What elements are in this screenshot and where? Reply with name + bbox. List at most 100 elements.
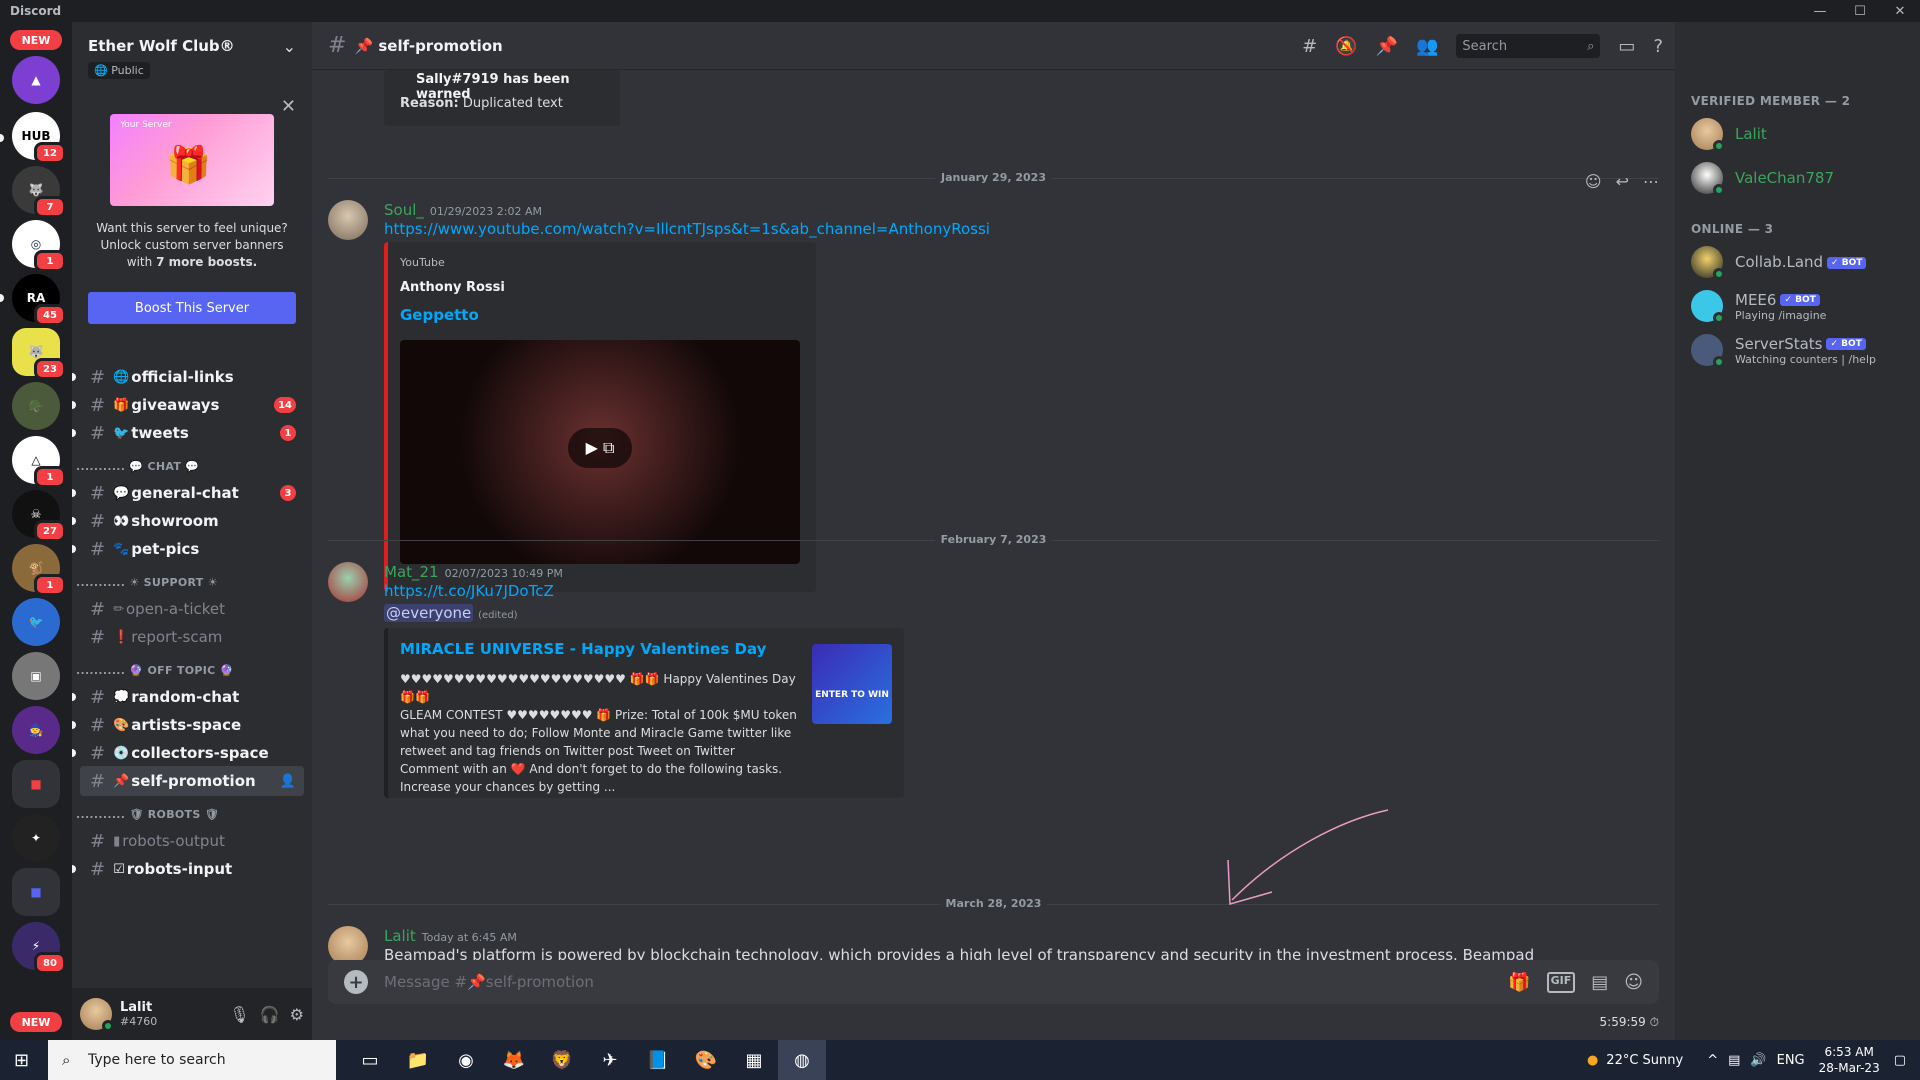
server-icon[interactable]: 🐒 1 [12, 544, 66, 596]
avatar[interactable] [328, 200, 368, 240]
language-indicator[interactable]: ENG [1777, 1053, 1805, 1068]
mute-bell-icon[interactable]: 🔕 [1335, 36, 1357, 57]
channel-giveaways[interactable]: # 🎁 giveaways 14 [72, 390, 304, 420]
add-reaction-icon[interactable]: ☺ [1585, 172, 1602, 191]
play-icon[interactable]: ▶ ⧉ [568, 428, 632, 468]
channel-random-chat[interactable]: # 💭 random-chat [72, 682, 304, 712]
server-icon[interactable]: △ 1 [12, 436, 66, 488]
server-icon-galaxy[interactable]: ✦ [12, 814, 60, 862]
emoji-icon[interactable]: ☺ [1624, 972, 1643, 993]
channel-robots-output[interactable]: # ▮ robots-output [80, 826, 304, 856]
member-item[interactable]: MEE6 ✓ BOT Playing /imagine [1691, 284, 1826, 328]
paint-icon[interactable]: 🎨 [682, 1040, 730, 1080]
server-icon[interactable]: ◎ 1 [12, 220, 66, 272]
notes-icon[interactable]: 📘 [634, 1040, 682, 1080]
telegram-icon[interactable]: ✈ [586, 1040, 634, 1080]
maximize-button[interactable]: ☐ [1840, 0, 1880, 22]
embed-title[interactable]: MIRACLE UNIVERSE - Happy Valentines Day [400, 640, 766, 658]
server-icon[interactable]: ▲ [12, 56, 60, 104]
member-item[interactable]: ServerStats ✓ BOT Watching counters | /hel… [1691, 328, 1876, 372]
message-link[interactable]: https://t.co/JKu7JDoTcZ [384, 582, 554, 600]
channel-robots-input[interactable]: # ☑ robots-input [72, 854, 304, 884]
help-icon[interactable]: ? [1653, 36, 1663, 57]
everyone-mention[interactable]: @everyone [384, 604, 474, 622]
video-thumbnail[interactable]: ▶ ⧉ [400, 340, 800, 564]
folder-icon[interactable]: ■ [12, 868, 60, 916]
channel-showroom[interactable]: # 👀 showroom [72, 506, 304, 536]
gif-button[interactable]: GIF [1546, 971, 1576, 993]
member-item[interactable]: ValeChan787 [1691, 156, 1834, 200]
server-icon[interactable]: 🐦 [12, 598, 60, 646]
network-icon[interactable]: ▤ [1728, 1053, 1740, 1068]
category-chat[interactable]: ........... 💬 CHAT 💬 [76, 460, 199, 473]
volume-icon[interactable]: 🔊 [1750, 1053, 1766, 1068]
channel-tweets[interactable]: # 🐦 tweets 1 [72, 418, 304, 448]
gear-icon[interactable]: ⚙ [290, 1005, 304, 1024]
weather-text[interactable]: 22°C Sunny [1606, 1053, 1683, 1068]
taskbar-clock[interactable]: 6:53 AM 28-Mar-23 [1819, 1044, 1880, 1076]
new-pill-bottom[interactable]: NEW [10, 1012, 62, 1032]
server-icon-hub[interactable]: HUB 12 [12, 112, 66, 164]
taskbar-search-input[interactable]: ⌕ Type here to search [48, 1040, 336, 1080]
close-window-button[interactable]: ✕ [1880, 0, 1920, 22]
close-icon[interactable]: ✕ [281, 96, 296, 117]
server-icon[interactable]: ▣ [12, 652, 60, 700]
inbox-icon[interactable]: ▭ [1618, 36, 1635, 57]
server-icon-selected[interactable]: 🐺 23 [12, 328, 66, 380]
sticker-icon[interactable]: ▤ [1591, 972, 1608, 993]
reply-icon[interactable]: ↩ [1616, 172, 1629, 191]
channel-self-promotion[interactable]: # 📌 self-promotion 👤 [80, 766, 304, 796]
member-list-icon[interactable]: 👥 [1416, 36, 1438, 57]
channel-general-chat[interactable]: # 💬 general-chat 3 [72, 478, 304, 508]
excel-icon[interactable]: ▦ [730, 1040, 778, 1080]
avatar[interactable] [80, 998, 114, 1032]
embed-author[interactable]: Anthony Rossi [400, 280, 505, 295]
tray-chevron-icon[interactable]: ^ [1707, 1053, 1718, 1068]
message-link[interactable]: https://www.youtube.com/watch?v=IllcntTJ… [384, 220, 990, 238]
category-support[interactable]: ........... ☀ SUPPORT ☀ [76, 576, 218, 589]
pin-icon[interactable]: 📌 [1376, 36, 1398, 57]
more-icon[interactable]: ⋯ [1643, 172, 1659, 191]
add-member-icon[interactable]: 👤 [280, 774, 296, 789]
server-icon[interactable]: 🪖 [12, 382, 60, 430]
boost-server-button[interactable]: Boost This Server [88, 292, 296, 324]
server-icon[interactable]: 🐺 7 [12, 166, 66, 218]
windows-start-icon[interactable]: ⊞ [14, 1050, 29, 1071]
member-item[interactable]: Collab.Land ✓ BOT [1691, 240, 1867, 284]
avatar[interactable] [328, 562, 368, 602]
new-pill-top[interactable]: NEW [10, 30, 62, 50]
folder-icon[interactable]: ■ [12, 760, 60, 808]
message-author[interactable]: Mat_21 [384, 563, 439, 581]
category-robots[interactable]: ........... 🛡 ROBOTS 🛡 [76, 808, 219, 821]
server-icon[interactable]: ⚡ 80 [12, 922, 66, 974]
server-icon-ra[interactable]: RA 45 [12, 274, 66, 326]
channel-artists-space[interactable]: # 🎨 artists-space [72, 710, 304, 740]
server-icon[interactable]: 🧙 [12, 706, 60, 754]
search-input[interactable]: Search ⌕ [1456, 34, 1601, 58]
category-offtopic[interactable]: ........... 🔮 OFF TOPIC 🔮 [76, 664, 234, 677]
channel-official-links[interactable]: # 🌐 official-links [72, 362, 304, 392]
member-item[interactable]: Lalit [1691, 112, 1767, 156]
headphones-icon[interactable]: 🎧 [260, 1005, 280, 1024]
brave-icon[interactable]: 🦁 [538, 1040, 586, 1080]
embed-thumbnail[interactable]: ENTER TO WIN [812, 644, 892, 724]
message-author[interactable]: Lalit [384, 927, 416, 945]
threads-icon[interactable]: # [1302, 36, 1317, 57]
plus-icon[interactable]: + [344, 970, 368, 994]
message-input[interactable]: Message #📌self-promotion [384, 973, 594, 991]
task-view-icon[interactable]: ▭ [346, 1040, 394, 1080]
file-explorer-icon[interactable]: 📁 [394, 1040, 442, 1080]
embed-title[interactable]: Geppetto [400, 306, 479, 324]
channel-report-scam[interactable]: # ❗ report-scam [80, 622, 304, 652]
gift-icon[interactable]: 🎁 [1508, 972, 1530, 993]
minimize-button[interactable]: — [1800, 0, 1840, 22]
discord-taskbar-icon[interactable]: ◍ [778, 1040, 826, 1080]
channel-collectors-space[interactable]: # 💿 collectors-space [72, 738, 304, 768]
notification-icon[interactable]: ▢ [1894, 1053, 1906, 1068]
microphone-icon[interactable]: 🎙 [229, 1005, 249, 1024]
channel-pet-pics[interactable]: # 🐾 pet-pics [72, 534, 304, 564]
channel-open-a-ticket[interactable]: # ✏ open-a-ticket [80, 594, 304, 624]
server-icon[interactable]: ☠ 27 [12, 490, 66, 542]
message-composer[interactable]: + Message #📌self-promotion 🎁 GIF ▤ ☺ [328, 960, 1659, 1004]
message-author[interactable]: Soul_ [384, 201, 424, 219]
